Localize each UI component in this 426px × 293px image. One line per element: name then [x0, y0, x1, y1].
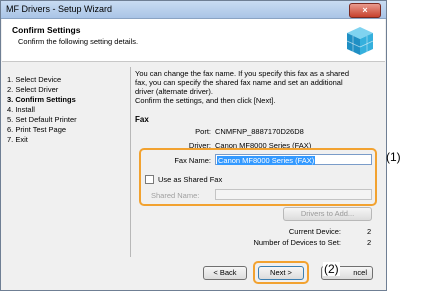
devices-to-set-label: Number of Devices to Set: — [253, 238, 341, 247]
step-select-driver: 2. Select Driver — [7, 85, 59, 94]
step-select-device: 1. Select Device — [7, 75, 62, 84]
back-button[interactable]: < Back — [203, 266, 247, 280]
devices-to-set-value: 2 — [367, 238, 372, 247]
close-button[interactable]: × — [349, 3, 381, 18]
step-print-test-page: 6. Print Test Page — [7, 125, 67, 134]
wizard-header: Confirm Settings Confirm the following s… — [2, 19, 385, 62]
page-title: Confirm Settings — [12, 25, 81, 35]
setup-wizard-window: MF Drivers - Setup Wizard × Confirm Sett… — [0, 0, 387, 291]
description-text: You can change the fax name. If you spec… — [135, 69, 379, 105]
port-value: CNMFNP_8887170D26D8 — [215, 127, 304, 136]
callout-2-label: (2) — [323, 262, 340, 276]
title-bar[interactable]: MF Drivers - Setup Wizard × — [1, 1, 386, 19]
vertical-divider — [130, 67, 131, 257]
description-line: fax, you can specify the shared fax name… — [135, 78, 343, 87]
page-subtitle: Confirm the following setting details. — [18, 37, 139, 46]
callout-1-label: (1) — [386, 150, 401, 164]
cancel-button-label: ncel — [353, 268, 367, 277]
current-device-value: 2 — [367, 227, 372, 236]
close-icon: × — [362, 5, 368, 15]
wizard-steps: 1. Select Device 2. Select Driver 3. Con… — [7, 75, 127, 145]
window-title: MF Drivers - Setup Wizard — [6, 4, 113, 14]
step-confirm-settings: 3. Confirm Settings — [7, 95, 76, 104]
current-device-label: Current Device: — [288, 227, 341, 236]
step-set-default-printer: 5. Set Default Printer — [7, 115, 77, 124]
fax-heading: Fax — [135, 115, 149, 124]
description-line: driver (alternate driver). — [135, 87, 213, 96]
installer-cube-icon — [346, 27, 374, 55]
callout-2-highlight — [253, 261, 309, 284]
step-exit: 7. Exit — [7, 135, 28, 144]
step-install: 4. Install — [7, 105, 35, 114]
description-line: Confirm the settings, and then click [Ne… — [135, 96, 276, 105]
drivers-to-add-button: Drivers to Add... — [283, 207, 372, 221]
port-label: Port: — [195, 127, 211, 136]
description-line: You can change the fax name. If you spec… — [135, 69, 350, 78]
callout-1-highlight — [139, 148, 377, 206]
